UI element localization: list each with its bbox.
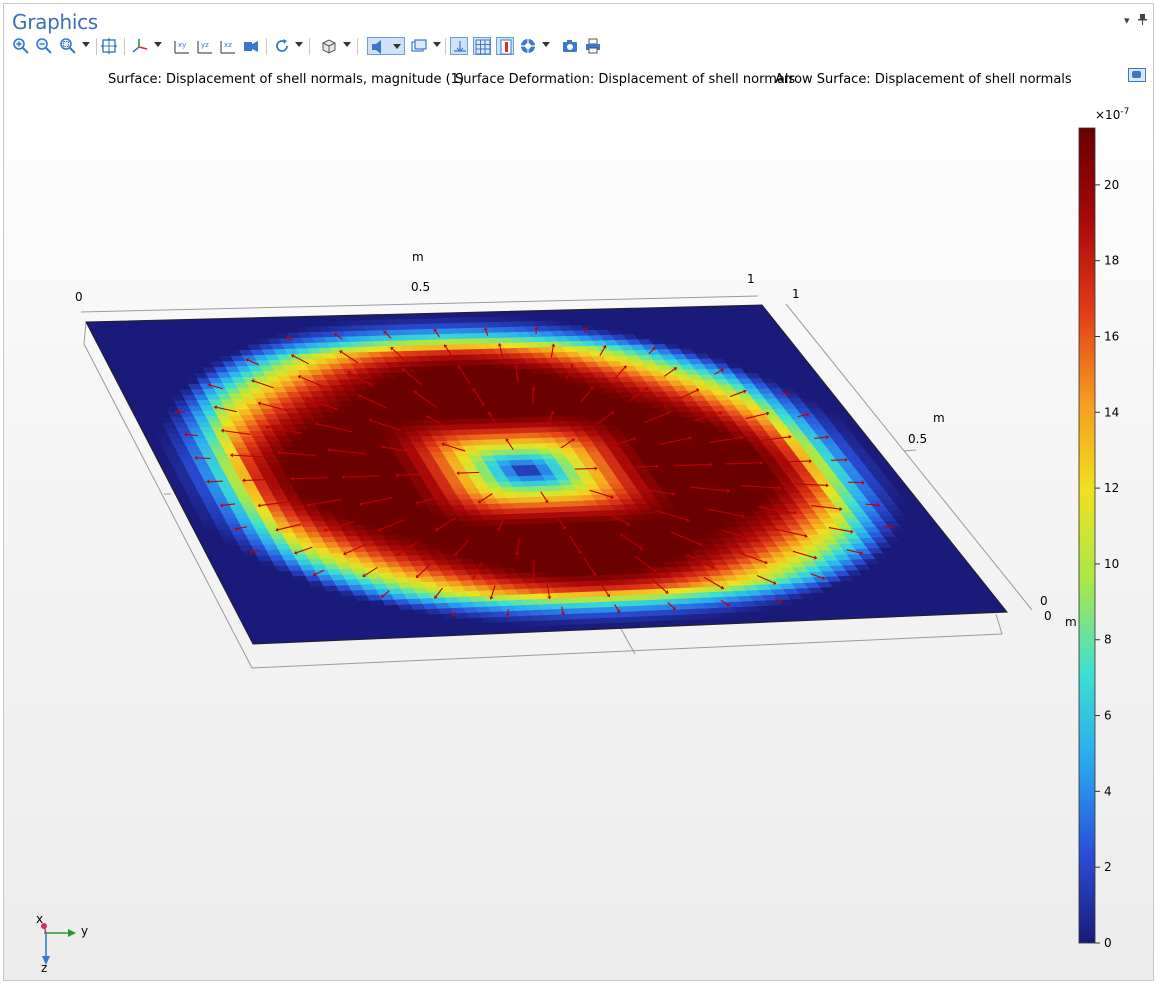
colorbar-tick-label: 12 xyxy=(1104,481,1119,495)
triad-x-label: x xyxy=(36,912,44,926)
colorbar-tick-label: 20 xyxy=(1104,178,1119,192)
x-tick-0.5: 0.5 xyxy=(411,280,431,294)
displacement-arrow xyxy=(532,560,535,576)
y-tick-0: 0 xyxy=(1040,594,1048,608)
x-tick-0: 0 xyxy=(75,290,83,304)
colorbar xyxy=(1078,127,1096,944)
colorbar-tick-label: 10 xyxy=(1104,557,1119,571)
triad-y-label: y xyxy=(81,924,89,938)
colorbar-ticks: 20181614121086420 xyxy=(1095,178,1119,950)
colorbar-tick-label: 4 xyxy=(1104,784,1112,798)
colorbar-exponent: ×10-7 xyxy=(1095,107,1130,122)
z-axis-unit: m xyxy=(1065,615,1077,629)
surface-plot xyxy=(86,305,1007,644)
colorbar-tick-label: 2 xyxy=(1104,860,1112,874)
y-tick-0.5: 0.5 xyxy=(908,432,928,446)
axis-triad xyxy=(41,923,76,965)
y-tick-1: 1 xyxy=(792,287,800,301)
colorbar-tick-label: 6 xyxy=(1104,709,1112,723)
displacement-arrow xyxy=(197,457,211,459)
z-tick-0: 0 xyxy=(1044,609,1052,623)
displacement-arrow xyxy=(459,471,480,474)
displacement-arrow xyxy=(507,609,510,614)
x-axis-unit: m xyxy=(412,250,424,264)
colorbar-tick-label: 14 xyxy=(1104,405,1119,419)
colorbar-tick-label: 18 xyxy=(1104,254,1119,268)
colorbar-tick-label: 16 xyxy=(1104,329,1119,343)
x-tick-1: 1 xyxy=(747,272,755,286)
triad-z-label: z xyxy=(41,961,48,975)
graphics-canvas[interactable]: 20181614121086420 xyxy=(4,4,1153,980)
colorbar-tick-label: 8 xyxy=(1104,633,1112,647)
colorbar-tick-label: 0 xyxy=(1104,936,1112,950)
y-axis-unit: m xyxy=(933,411,945,425)
displacement-arrow xyxy=(574,467,595,470)
graphics-window: Graphics ▾ xy yz xz Surface: Displacemen… xyxy=(3,3,1154,981)
